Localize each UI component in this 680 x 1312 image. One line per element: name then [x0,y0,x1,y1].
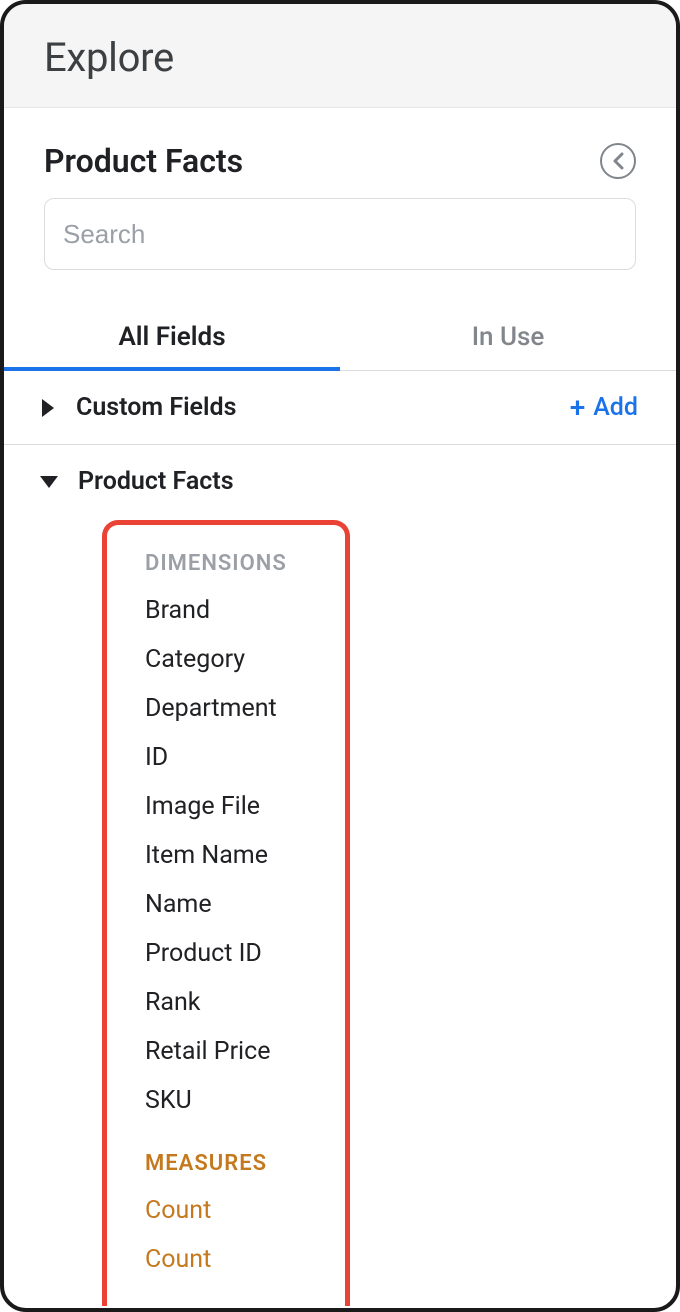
field-item[interactable]: Item Name [107,831,345,880]
field-item[interactable]: Brand [107,586,345,635]
add-label: Add [593,393,638,422]
triangle-down-icon[interactable] [40,476,58,488]
triangle-right-icon[interactable] [42,399,54,417]
tab-in-use[interactable]: In Use [340,306,676,370]
search-input[interactable] [44,198,636,270]
field-item[interactable]: Image File [107,782,345,831]
field-item[interactable]: Rank [107,978,345,1027]
measures-header: MEASURES [107,1143,345,1186]
dimensions-header: DIMENSIONS [107,543,345,586]
tab-all-fields[interactable]: All Fields [4,306,340,370]
add-button[interactable]: + Add [570,393,638,422]
custom-fields-left: Custom Fields [42,393,236,422]
custom-fields-label: Custom Fields [76,393,236,422]
field-item[interactable]: ID [107,733,345,782]
collapse-button[interactable] [600,143,636,179]
field-item[interactable]: Count [107,1235,345,1284]
search-container [4,180,676,270]
plus-icon: + [570,394,586,422]
section-label: Product Facts [78,467,234,496]
field-item[interactable]: SKU [107,1076,345,1125]
chevron-left-icon [611,152,625,170]
field-item[interactable]: Product ID [107,929,345,978]
field-item[interactable]: Retail Price [107,1027,345,1076]
field-item[interactable]: Count [107,1186,345,1235]
window-frame: Explore Product Facts All Fields In Use … [0,0,680,1312]
highlight-box: DIMENSIONS Brand Category Department ID … [102,520,350,1306]
header: Explore [4,4,676,108]
explore-title: Product Facts [44,142,243,180]
field-item[interactable]: Name [107,880,345,929]
subheader: Product Facts [4,108,676,180]
tabs: All Fields In Use [4,306,676,371]
field-item[interactable]: Department [107,684,345,733]
custom-fields-row: Custom Fields + Add [4,371,676,445]
page-title: Explore [44,34,636,81]
section-row: Product Facts [4,445,676,510]
field-item[interactable]: Category [107,635,345,684]
